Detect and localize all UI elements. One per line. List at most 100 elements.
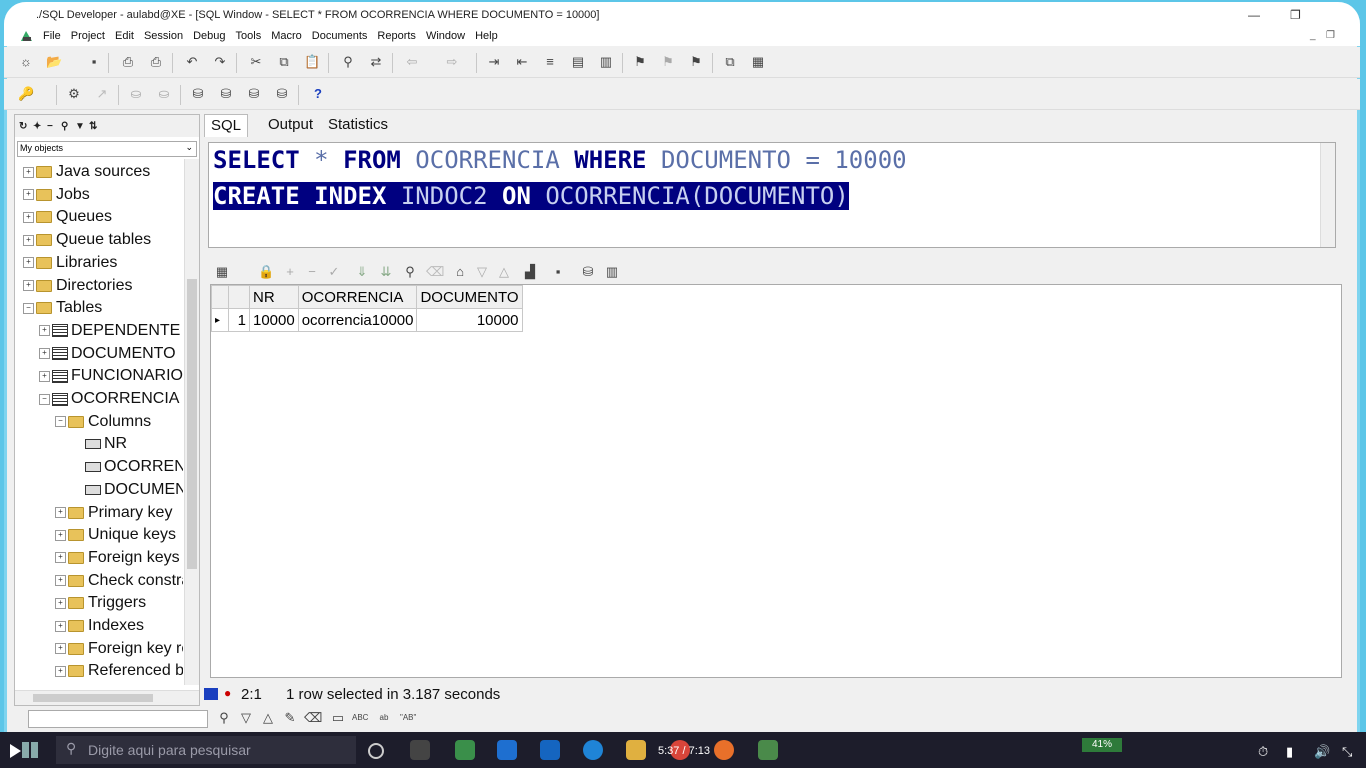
find-previous-icon[interactable]: △ — [260, 710, 276, 726]
tree-node[interactable]: + Jobs — [23, 184, 90, 206]
export-results-icon[interactable]: ⛁ — [580, 264, 596, 280]
restore-button[interactable]: ❐ — [1290, 8, 1301, 22]
insert-record-icon[interactable]: + — [282, 264, 298, 280]
sort-icon[interactable]: ⇅ — [89, 121, 97, 132]
lock-icon[interactable]: 🔒 — [258, 264, 274, 280]
menu-reports[interactable]: Reports — [372, 30, 421, 42]
collapse-icon[interactable]: − — [55, 416, 66, 428]
tree-node[interactable]: + Queue tables — [23, 229, 151, 251]
column-header[interactable]: OCORRENCIA — [297, 285, 418, 309]
add-icon[interactable]: ✦ — [33, 121, 41, 132]
copy-icon[interactable]: ⧉ — [276, 54, 292, 70]
refresh-icon[interactable]: ↻ — [19, 121, 27, 132]
uppercase-icon[interactable]: ▤ — [570, 54, 586, 70]
open-icon[interactable]: 📂 — [46, 54, 62, 70]
expand-icon[interactable]: + — [55, 665, 66, 677]
highlight-icon[interactable]: ✎ — [282, 710, 298, 726]
db-stop-icon[interactable]: ⛁ — [274, 86, 290, 102]
cortana-icon[interactable] — [368, 743, 384, 759]
column-header[interactable]: DOCUMENTO — [416, 285, 523, 309]
tree-node[interactable]: + FUNCIONARIO — [39, 365, 183, 387]
binoculars-icon[interactable]: ⚲ — [61, 121, 68, 132]
grid-icon[interactable]: ▦ — [750, 54, 766, 70]
tree-node[interactable]: − OCORRENCIA — [39, 388, 179, 410]
paste-icon[interactable]: 📋 — [304, 54, 320, 70]
tree-vertical-scrollbar[interactable] — [184, 159, 199, 685]
expand-icon[interactable]: + — [23, 257, 34, 269]
minimize-button[interactable]: — — [1248, 8, 1260, 22]
tree-node[interactable]: + Foreign key references — [55, 638, 183, 660]
export-icon[interactable]: ⌂ — [452, 264, 468, 280]
post-record-icon[interactable]: ✓ — [326, 264, 342, 280]
tree-node[interactable]: + Unique keys — [55, 524, 176, 546]
sql-line-2[interactable]: CREATE INDEX INDOC2 ON OCORRENCIA(DOCUME… — [213, 181, 849, 211]
help-icon[interactable]: ? — [310, 86, 326, 102]
tab-statistics[interactable]: Statistics — [322, 114, 394, 136]
outlook-icon[interactable] — [540, 740, 560, 760]
file-explorer-icon[interactable] — [626, 740, 646, 760]
bookmark-icon[interactable]: ⚑ — [632, 54, 648, 70]
play-icon[interactable] — [10, 744, 21, 758]
break-icon[interactable]: ↗ — [94, 86, 110, 102]
expand-icon[interactable]: + — [55, 552, 66, 564]
collapse-icon[interactable]: − — [39, 393, 50, 405]
cut-icon[interactable]: ✂ — [248, 54, 264, 70]
tree-node[interactable]: + Indexes — [55, 615, 144, 637]
chart-icon[interactable]: ▟ — [522, 264, 538, 280]
task-view-icon[interactable] — [410, 740, 430, 760]
lowercase-icon[interactable]: ▥ — [598, 54, 614, 70]
sql-developer-taskbar-icon[interactable] — [758, 740, 778, 760]
tree-node[interactable]: − Tables — [23, 297, 102, 319]
tree-node[interactable]: + Triggers — [55, 592, 146, 614]
db-browser-icon[interactable]: ⛁ — [246, 86, 262, 102]
key-icon[interactable]: 🔑 — [18, 86, 34, 102]
rollback-icon[interactable]: ⛀ — [156, 86, 172, 102]
menu-window[interactable]: Window — [421, 30, 470, 42]
menu-tools[interactable]: Tools — [231, 30, 267, 42]
exit-fullscreen-icon[interactable]: ⤡ — [1342, 744, 1352, 760]
tab-sql[interactable]: SQL — [204, 114, 249, 137]
whole-word-icon[interactable]: ab — [376, 710, 392, 726]
tree-node[interactable]: + Queues — [23, 206, 112, 228]
menu-project[interactable]: Project — [66, 30, 110, 42]
object-filter-select[interactable]: My objects ⌄ — [17, 141, 197, 157]
print-preview-icon[interactable]: ⎙ — [148, 54, 164, 70]
replace-icon[interactable]: ⇄ — [368, 54, 384, 70]
column-header[interactable] — [211, 285, 229, 309]
expand-icon[interactable]: + — [23, 234, 34, 246]
edge-icon[interactable] — [497, 740, 517, 760]
tree-horizontal-scrollbar[interactable] — [15, 690, 199, 705]
tree-node[interactable]: + Foreign keys — [55, 547, 180, 569]
tree-node[interactable]: + Primary key — [55, 502, 172, 524]
table-cell[interactable]: 10000 — [249, 308, 299, 332]
db-session-icon[interactable]: ⛁ — [218, 86, 234, 102]
forward-icon[interactable]: ⇨ — [444, 54, 460, 70]
sql-editor[interactable]: SELECT * FROM OCORRENCIA WHERE DOCUMENTO… — [208, 142, 1336, 248]
table-row[interactable]: ▸ 1 10000 ocorrencia10000 10000 — [211, 308, 523, 332]
speed-icon[interactable]: ⏱ — [1258, 744, 1268, 760]
save-results-icon[interactable]: ▪ — [550, 264, 566, 280]
expand-icon[interactable]: + — [55, 620, 66, 632]
eraser-icon[interactable]: ⌫ — [304, 710, 322, 726]
tree-node[interactable]: + Check constraints — [55, 570, 183, 592]
menu-documents[interactable]: Documents — [307, 30, 373, 42]
tree-node[interactable]: + Directories — [23, 275, 132, 297]
clear-icon[interactable]: ⌫ — [426, 264, 444, 280]
print-icon[interactable]: ⎙ — [120, 54, 136, 70]
regex-icon[interactable]: "AB" — [400, 710, 416, 726]
next-icon[interactable]: △ — [496, 264, 512, 280]
case-icon[interactable]: ▭ — [330, 710, 346, 726]
bookmark-next-icon[interactable]: ⚑ — [660, 54, 676, 70]
taskbar-search[interactable]: ⚲ Digite aqui para pesquisar — [56, 736, 356, 764]
fetch-next-icon[interactable]: ⇓ — [354, 264, 370, 280]
column-header[interactable]: NR — [249, 285, 299, 309]
print-results-icon[interactable]: ▥ — [604, 264, 620, 280]
app-icon-2[interactable] — [583, 740, 603, 760]
menu-debug[interactable]: Debug — [188, 30, 230, 42]
table-cell[interactable]: 1 — [228, 308, 250, 332]
expand-icon[interactable]: + — [55, 575, 66, 587]
previous-icon[interactable]: ▽ — [474, 264, 490, 280]
menu-session[interactable]: Session — [139, 30, 188, 42]
expand-icon[interactable]: + — [39, 348, 50, 360]
expand-icon[interactable]: + — [39, 325, 50, 337]
